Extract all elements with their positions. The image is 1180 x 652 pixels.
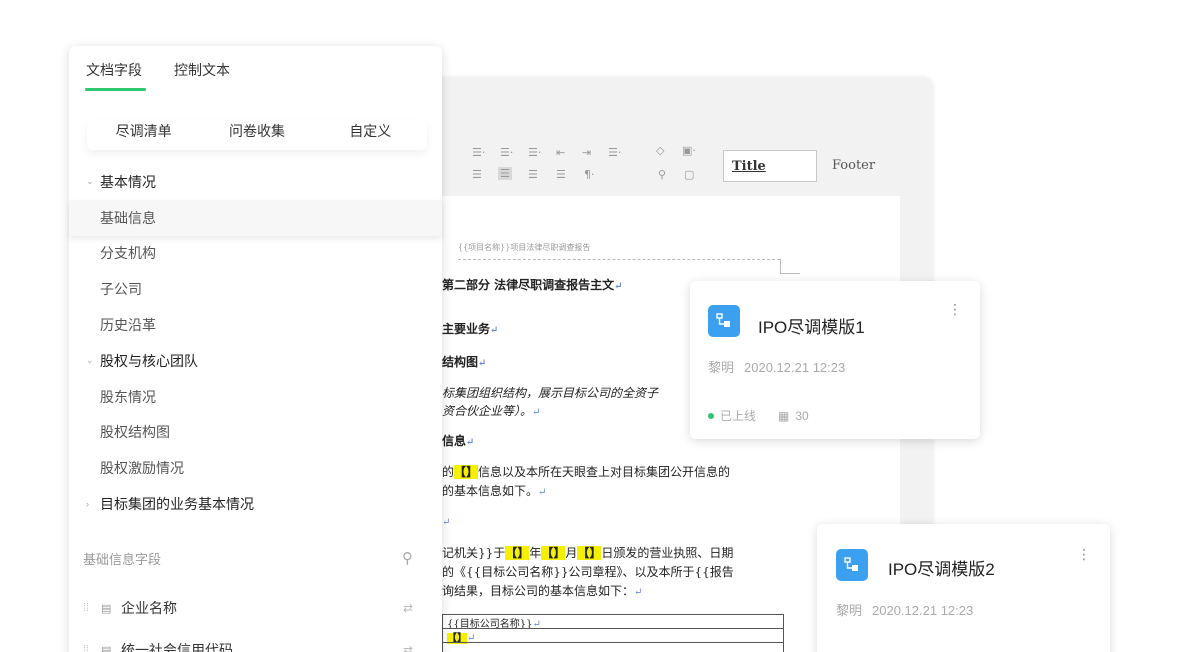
insert-icon[interactable]: ⇄ [403,643,413,652]
tree-item-basic-info[interactable]: 基础信息 [69,199,442,236]
search-icon[interactable]: ⚲ [402,549,413,567]
doc-paragraph: 询结果，目标公司的基本信息如下：↵ [442,584,643,598]
chevron-down-icon: ⌄ [86,355,94,366]
card-title: IPO尽调模版1 [758,318,865,337]
template-card[interactable]: IPO尽调模版1 ⋮ 黎明 2020.12.21 12:23 已上线 ▦ 30 [690,281,980,439]
format-painter-icon[interactable]: ⚲ [658,168,666,181]
paragraph-mark-icon[interactable]: ¶· [584,168,595,181]
drag-handle-icon[interactable]: ⁞⁞ [83,644,101,652]
tree-group-basic[interactable]: ⌄ 基本情况 [69,164,442,200]
tab-document-fields[interactable]: 文档字段 [86,60,142,80]
indent-icon[interactable]: ⇥ [582,146,591,159]
tree-item-equity-chart[interactable]: 股权结构图 [69,415,442,451]
placeholder-highlight[interactable]: 【】 [577,546,602,560]
doc-paragraph: 的【】信息以及本所在天眼查上对目标集团公开信息的 [442,465,731,479]
insert-icon[interactable]: ⇄ [403,601,413,615]
list-bullet-icon[interactable]: ☰· [472,146,485,159]
field-item[interactable]: ⁞⁞ ▤ 统一社会信用代码 ⇄ [83,640,413,652]
subtab-bar: 尽调清单 问卷收集 自定义 [87,120,427,150]
chevron-down-icon: ⌄ [86,176,94,187]
field-label: 企业名称 [121,600,177,616]
drag-handle-icon[interactable]: ⁞⁞ [83,602,101,614]
doc-header: {{项目名称}}项目法律尽职调查报告 [458,243,591,252]
card-footer: 已上线 ▦ 30 [708,407,809,424]
placeholder-highlight[interactable]: 【】 [454,465,479,479]
status-dot-icon [708,412,714,419]
field-search[interactable]: 基础信息字段 ⚲ [83,546,413,570]
doc-paragraph: 标集团组织结构，展示目标公司的全资子 [442,386,659,400]
tree-item-branches[interactable]: 分支机构 [69,236,442,272]
list-number-icon[interactable]: ☰· [500,146,513,159]
chevron-right-icon: › [86,499,89,510]
tree-group-equity[interactable]: ⌄ 股权与核心团队 [69,343,442,379]
doc-paragraph: 资合伙企业等）。↵ [442,404,541,418]
tree-group-business[interactable]: › 目标集团的业务基本情况 [69,486,442,522]
align-right-icon[interactable]: ☰ [528,168,538,181]
eraser-icon[interactable]: ◇ [656,144,664,157]
card-meta: 黎明 2020.12.21 12:23 [708,360,846,375]
justify-icon[interactable]: ☰ [556,168,566,181]
border-icon[interactable]: ▢ [684,168,694,181]
doc-paragraph: 的基本信息如下。↵ [442,484,547,498]
usage-count: 30 [795,408,809,423]
more-icon[interactable]: ⋮ [1077,546,1091,563]
shading-icon[interactable]: ▣· [682,144,696,157]
tree-item-equity-incentive[interactable]: 股权激励情况 [69,450,442,486]
category-tree: ⌄ 基本情况 基础信息 分支机构 子公司 历史沿革 ⌄ 股权与核心团队 股东情况 股… [69,164,442,522]
field-panel: 文档字段 控制文本 尽调清单 问卷收集 自定义 ⌄ 基本情况 基础信息 分支机构 … [69,46,442,652]
template-icon [836,549,868,581]
style-footer[interactable]: Footer [832,158,875,173]
field-type-icon: ▤ [101,644,112,652]
placeholder-highlight[interactable]: 【】 [505,546,530,560]
header-divider [458,259,780,260]
doc-paragraph: 记机关}}于【】年【】月【】日颁发的营业执照、日期 [442,546,734,560]
calendar-icon: ▦ [778,408,790,423]
line-spacing-icon[interactable]: ☰· [608,146,621,159]
panel-tabs: 文档字段 控制文本 [86,60,230,80]
subtab-questionnaire[interactable]: 问卷收集 [200,120,313,150]
doc-section-heading: 主要业务↵ [442,322,499,336]
more-icon[interactable]: ⋮ [948,301,962,318]
list-multilevel-icon[interactable]: ☰· [528,146,541,159]
doc-section-heading: 信息↵ [442,434,475,448]
card-title: IPO尽调模版2 [888,560,995,579]
template-icon [708,305,740,337]
subtab-checklist[interactable]: 尽调清单 [87,120,200,150]
status-text: 已上线 [720,409,757,423]
field-type-icon: ▤ [101,602,112,615]
field-item[interactable]: ⁞⁞ ▤ 企业名称 ⇄ [83,598,413,618]
align-center-icon[interactable]: ☰ [498,167,512,180]
field-label: 统一社会信用代码 [121,642,233,652]
doc-table[interactable]: {{目标公司名称}}↵ 【】↵ [442,614,784,652]
tree-item-history[interactable]: 历史沿革 [69,307,442,343]
tab-control-text[interactable]: 控制文本 [174,60,230,80]
header-divider [780,273,800,274]
doc-paragraph: 的《{{目标公司名称}}公司章程》、以及本所于{{报告 [442,565,734,579]
search-input[interactable]: 基础信息字段 [83,549,161,568]
doc-section-heading: 结构图↵ [442,355,487,369]
table-row[interactable]: {{目标公司名称}}↵ [442,614,784,630]
card-meta: 黎明 2020.12.21 12:23 [836,603,974,618]
subtab-custom[interactable]: 自定义 [314,120,427,150]
align-left-icon[interactable]: ☰ [472,168,482,181]
doc-part-title: 第二部分 法律尽职调查报告主文↵ [442,278,623,292]
active-tab-indicator [85,88,146,91]
tree-item-subsidiaries[interactable]: 子公司 [69,271,442,307]
template-card[interactable]: IPO尽调模版2 ⋮ 黎明 2020.12.21 12:23 [817,524,1110,652]
placeholder-highlight[interactable]: 【】 [541,546,566,560]
style-title[interactable]: Title [723,150,817,182]
table-row[interactable] [442,642,784,652]
doc-empty-line: ↵ [442,517,451,528]
tree-item-shareholders[interactable]: 股东情况 [69,379,442,415]
table-row[interactable]: 【】↵ [442,628,784,644]
outdent-icon[interactable]: ⇤ [556,146,565,159]
header-divider [780,259,781,273]
